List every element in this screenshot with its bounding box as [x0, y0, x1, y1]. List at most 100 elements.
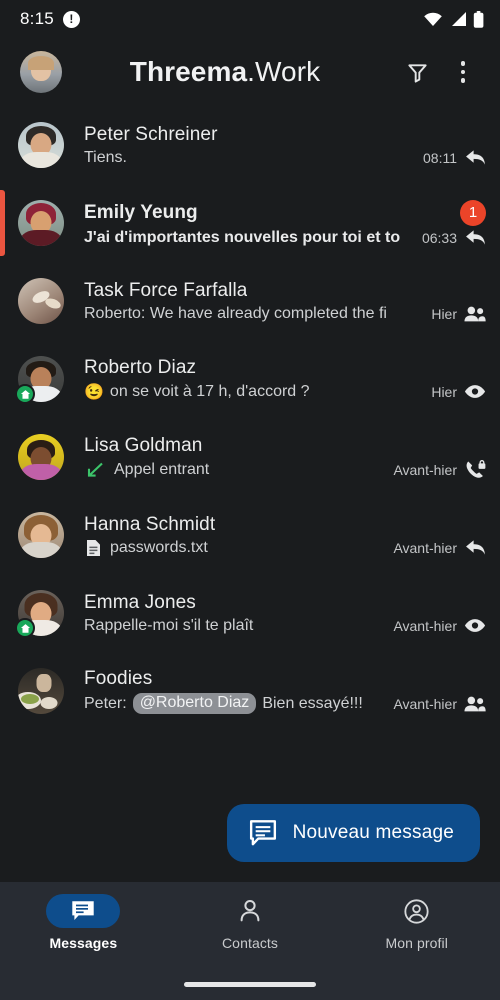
wink-emoji-icon: 😉 [84, 383, 104, 401]
chat-preview: Rappelle-moi s'il te plaît [84, 617, 386, 635]
chat-meta: Emma Jones Rappelle-moi s'il te plaît Av… [84, 592, 486, 635]
chat-meta: Task Force Farfalla Roberto: We have alr… [84, 280, 486, 323]
status-bar-indicators [423, 10, 484, 28]
incoming-call-arrow-icon [86, 462, 104, 478]
wifi-icon [423, 11, 443, 27]
chat-bubble-icon [46, 894, 121, 928]
chat-name: Emma Jones [84, 591, 196, 613]
work-contact-badge-icon [15, 618, 35, 638]
mention-chip: @Roberto Diaz [132, 693, 257, 714]
chat-timestamp: Hier [431, 305, 457, 322]
chat-meta: Foodies Peter: @Roberto Diaz Bien essayé… [84, 668, 486, 714]
chat-list-item-task-force-farfalla[interactable]: Task Force Farfalla Roberto: We have alr… [0, 262, 500, 340]
chat-name: Foodies [84, 668, 153, 689]
chat-list-item-peter-schreiner[interactable]: Peter Schreiner Tiens. 08:11 [0, 106, 500, 184]
chat-timestamp: Avant-hier [393, 695, 457, 712]
chat-name: Roberto Diaz [84, 356, 197, 378]
chat-meta: Peter Schreiner Tiens. 08:11 [84, 124, 486, 167]
chat-timestamp: Avant-hier [393, 617, 457, 634]
my-profile-avatar[interactable] [20, 51, 62, 93]
new-message-icon [249, 820, 277, 846]
chat-preview: 😉 on se voit à 17 h, d'accord ? [84, 382, 424, 402]
avatar [15, 356, 64, 404]
chat-list-item-emily-yeung[interactable]: Emily Yeung 1 J'ai d'importantes nouvell… [0, 184, 500, 262]
nav-tab-messages[interactable]: Messages [0, 894, 167, 1000]
chat-meta: Emily Yeung 1 J'ai d'importantes nouvell… [84, 199, 486, 247]
chat-timestamp: 06:33 [421, 229, 457, 246]
chat-name: Peter Schreiner [84, 123, 218, 145]
avatar [18, 668, 64, 714]
status-bar-clock: 8:15 [20, 9, 54, 28]
exclamation-circle-icon [62, 10, 80, 28]
chat-preview-sender: Peter: [84, 694, 127, 712]
person-icon [213, 894, 287, 928]
group-people-icon [464, 306, 486, 322]
chat-meta: Hanna Schmidt passwords.txt Avant-hier [84, 514, 486, 557]
reply-arrow-icon [464, 539, 486, 556]
reply-arrow-icon [464, 229, 486, 246]
avatar [18, 512, 64, 558]
cellular-signal-icon [449, 11, 467, 27]
work-contact-badge-icon [15, 384, 35, 404]
reply-arrow-icon [464, 149, 486, 166]
threema-work-chat-list-screen: 8:15 Threema.Work [0, 0, 500, 1000]
app-title-suffix: .Work [247, 56, 321, 87]
nav-tab-my-profile[interactable]: Mon profil [333, 894, 500, 1000]
chat-list-item-roberto-diaz[interactable]: Roberto Diaz 😉 on se voit à 17 h, d'acco… [0, 340, 500, 418]
chat-timestamp: Avant-hier [393, 461, 457, 478]
app-toolbar: Threema.Work [0, 38, 500, 106]
chat-meta: Lisa Goldman Appel entrant Avant-hier [84, 435, 486, 479]
new-message-fab-label: Nouveau message [292, 822, 454, 843]
chat-name: Emily Yeung [84, 201, 198, 223]
chat-preview: J'ai d'importantes nouvelles pour toi et… [84, 229, 415, 247]
chat-preview: Appel entrant [84, 461, 386, 479]
chat-list-item-emma-jones[interactable]: Emma Jones Rappelle-moi s'il te plaît Av… [0, 574, 500, 652]
chat-timestamp: 08:11 [423, 149, 457, 166]
chat-name: Hanna Schmidt [84, 513, 216, 535]
chat-preview-text: J'ai d'importantes nouvelles pour toi et… [84, 228, 401, 246]
chat-meta: Roberto Diaz 😉 on se voit à 17 h, d'acco… [84, 357, 486, 402]
nav-tab-label: Mon profil [385, 935, 448, 951]
chat-name: Task Force Farfalla [84, 279, 248, 301]
filter-funnel-icon[interactable] [394, 49, 440, 95]
new-message-fab[interactable]: Nouveau message [226, 804, 480, 862]
avatar [18, 434, 64, 480]
account-circle-icon [380, 894, 454, 928]
nav-tab-label: Contacts [221, 935, 279, 951]
avatar [18, 200, 64, 246]
page-title: Threema.Work [56, 56, 394, 88]
more-vertical-icon[interactable] [440, 49, 486, 95]
unread-count-badge: 1 [460, 199, 486, 226]
chat-preview: Roberto: We have already completed the f… [84, 305, 424, 323]
chat-preview-text: Bien essayé!!! [262, 694, 363, 712]
chat-preview: Peter: @Roberto Diaz Bien essayé!!! [84, 693, 386, 714]
chat-list-item-foodies[interactable]: Foodies Peter: @Roberto Diaz Bien essayé… [0, 652, 500, 730]
chat-preview-text: on se voit à 17 h, d'accord ? [109, 382, 310, 400]
chat-timestamp: Avant-hier [393, 539, 457, 556]
avatar [15, 590, 64, 638]
chat-preview-text: Rappelle-moi s'il te plaît [84, 616, 254, 634]
chat-list-item-hanna-schmidt[interactable]: Hanna Schmidt passwords.txt Avant-hier [0, 496, 500, 574]
bottom-navigation-bar: Messages Contacts Mon profil [0, 882, 500, 1000]
unread-indicator-bar [0, 190, 5, 256]
chat-preview-text: passwords.txt [110, 538, 208, 556]
chat-list[interactable]: Peter Schreiner Tiens. 08:11 Emily Yeung… [0, 106, 500, 730]
app-title-brand: Threema [129, 56, 248, 87]
group-people-icon [464, 696, 486, 712]
battery-full-icon [473, 10, 484, 28]
chat-preview: passwords.txt [84, 539, 386, 557]
chat-list-item-lisa-goldman[interactable]: Lisa Goldman Appel entrant Avant-hier [0, 418, 500, 496]
chat-preview-text: Roberto: We have already completed the f… [84, 304, 387, 322]
avatar [18, 278, 64, 324]
chat-preview-text: Appel entrant [114, 460, 210, 478]
eye-read-icon [464, 384, 486, 399]
status-bar: 8:15 [0, 0, 500, 38]
nav-tab-label: Messages [49, 935, 118, 951]
chat-preview-text: Tiens. [84, 148, 127, 166]
avatar [18, 122, 64, 168]
chat-preview: Tiens. [84, 149, 416, 167]
secure-phone-icon [464, 460, 486, 479]
chat-name: Lisa Goldman [84, 435, 203, 456]
home-indicator [184, 982, 316, 987]
document-file-icon [86, 539, 101, 557]
